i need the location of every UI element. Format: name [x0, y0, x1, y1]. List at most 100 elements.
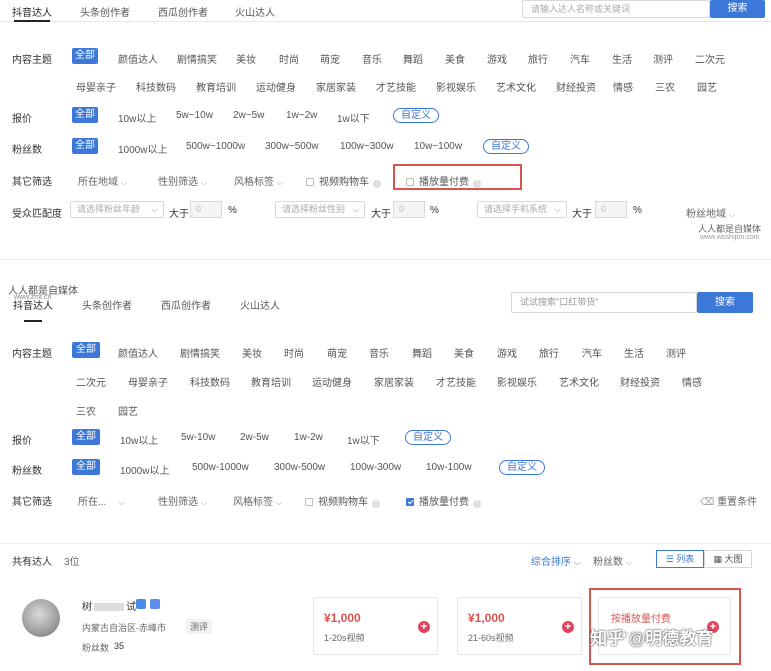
content-option[interactable]: 萌宠 — [327, 345, 347, 360]
content-option[interactable]: 园艺 — [118, 403, 138, 418]
content-option[interactable]: 时尚 — [284, 345, 304, 360]
content-option[interactable]: 测评 — [653, 51, 673, 66]
search-input[interactable]: 请输入达人名称或关键词 — [522, 0, 710, 18]
add-icon[interactable]: + — [418, 621, 430, 633]
price-custom-button[interactable]: 自定义 — [393, 108, 439, 123]
style-dropdown[interactable]: 风格标签 ⌵ — [234, 173, 283, 188]
content-option[interactable]: 科技数码 — [136, 79, 176, 94]
fans-option[interactable]: 300w-500w — [274, 462, 325, 473]
fan-age-select[interactable]: 请选择粉丝年龄 ⌵ — [70, 201, 164, 218]
fans-option[interactable]: 500w-1000w — [192, 462, 249, 473]
price-option-all[interactable]: 全部 — [72, 107, 98, 123]
region-dropdown[interactable]: 所在... ⌵ — [78, 493, 124, 508]
content-option[interactable]: 教育培训 — [196, 79, 236, 94]
content-option[interactable]: 母婴亲子 — [76, 79, 116, 94]
gender-dropdown[interactable]: 性别筛选 ⌵ — [158, 493, 207, 508]
tab-douyin[interactable]: 抖音达人 — [12, 4, 52, 19]
search-button[interactable]: 搜索 — [710, 0, 765, 18]
price-option[interactable]: 5w~10w — [176, 110, 213, 121]
content-option[interactable]: 科技数码 — [190, 374, 230, 389]
fans-option-all[interactable]: 全部 — [72, 459, 100, 475]
content-option[interactable]: 剧情搞笑 — [180, 345, 220, 360]
content-option[interactable]: 生活 — [612, 51, 632, 66]
content-option[interactable]: 旅行 — [539, 345, 559, 360]
price-option[interactable]: 1w~2w — [286, 110, 317, 121]
content-option[interactable]: 情感 — [682, 374, 702, 389]
content-option[interactable]: 音乐 — [369, 345, 389, 360]
fans-option[interactable]: 500w~1000w — [186, 141, 245, 152]
tab-toutiao[interactable]: 头条创作者 — [82, 297, 132, 312]
price-option[interactable]: 10w以上 — [120, 432, 158, 447]
video-cart-checkbox[interactable]: 视频购物车 i — [305, 493, 380, 508]
content-option[interactable]: 美食 — [445, 51, 465, 66]
offer-card[interactable]: ¥1,000 21-60s视频 + — [457, 597, 582, 655]
content-option[interactable]: 才艺技能 — [436, 374, 476, 389]
avatar[interactable] — [22, 599, 60, 637]
price-option[interactable]: 1w以下 — [347, 432, 380, 447]
fans-option[interactable]: 100w~300w — [340, 141, 394, 152]
content-option[interactable]: 剧情搞笑 — [177, 51, 217, 66]
fans-option-all[interactable]: 全部 — [72, 138, 98, 154]
content-option[interactable]: 家居家装 — [374, 374, 414, 389]
gender-percent-input[interactable]: 0 — [393, 201, 425, 218]
content-option[interactable]: 艺术文化 — [559, 374, 599, 389]
content-option[interactable]: 艺术文化 — [496, 79, 536, 94]
tab-huoshan[interactable]: 火山达人 — [240, 297, 280, 312]
fans-option[interactable]: 10w~100w — [414, 141, 462, 152]
content-option[interactable]: 美妆 — [242, 345, 262, 360]
content-option[interactable]: 财经投资 — [556, 79, 596, 94]
content-option[interactable]: 母婴亲子 — [128, 374, 168, 389]
fans-option[interactable]: 1000w以上 — [120, 462, 169, 477]
price-option[interactable]: 2w~5w — [233, 110, 264, 121]
sort-comprehensive[interactable]: 综合排序 ⌵ — [531, 553, 580, 568]
content-option[interactable]: 游戏 — [497, 345, 517, 360]
list-view-button[interactable]: ☰ 列表 — [656, 550, 704, 568]
video-cart-checkbox[interactable]: 视频购物车 i — [306, 173, 381, 188]
fans-option[interactable]: 100w-300w — [350, 462, 401, 473]
content-option[interactable]: 游戏 — [487, 51, 507, 66]
content-option[interactable]: 汽车 — [582, 345, 602, 360]
content-option-all[interactable]: 全部 — [72, 48, 98, 64]
fan-gender-select[interactable]: 请选择粉丝性别 ⌵ — [275, 201, 365, 218]
tab-douyin[interactable]: 抖音达人 — [13, 297, 53, 312]
content-option[interactable]: 汽车 — [570, 51, 590, 66]
fans-option[interactable]: 300w~500w — [265, 141, 319, 152]
gender-dropdown[interactable]: 性别筛选 ⌵ — [158, 173, 207, 188]
add-icon[interactable]: + — [562, 621, 574, 633]
content-option[interactable]: 情感 — [613, 79, 633, 94]
grid-view-button[interactable]: ▦ 大图 — [704, 550, 752, 568]
content-option[interactable]: 音乐 — [362, 51, 382, 66]
content-option[interactable]: 美食 — [454, 345, 474, 360]
content-option[interactable]: 三农 — [655, 79, 675, 94]
reset-button[interactable]: ⌫ 重置条件 — [700, 493, 757, 508]
tab-toutiao[interactable]: 头条创作者 — [80, 4, 130, 19]
price-option[interactable]: 10w以上 — [118, 110, 156, 125]
search-button[interactable]: 搜索 — [697, 292, 753, 313]
content-option[interactable]: 旅行 — [528, 51, 548, 66]
content-option[interactable]: 二次元 — [76, 374, 106, 389]
price-option[interactable]: 1w以下 — [337, 110, 370, 125]
content-option[interactable]: 园艺 — [697, 79, 717, 94]
content-option[interactable]: 生活 — [624, 345, 644, 360]
price-custom-button[interactable]: 自定义 — [405, 430, 451, 445]
phone-system-select[interactable]: 请选择手机系统 ⌵ — [477, 201, 567, 218]
pay-by-play-checkbox[interactable]: 播放量付费 i — [406, 493, 481, 508]
sort-by-fans[interactable]: 粉丝数 ⌵ — [593, 553, 632, 568]
content-option[interactable]: 萌宠 — [320, 51, 340, 66]
offer-card[interactable]: ¥1,000 1-20s视频 + — [313, 597, 438, 655]
content-option[interactable]: 美妆 — [236, 51, 256, 66]
tab-huoshan[interactable]: 火山达人 — [235, 4, 275, 19]
content-option-all[interactable]: 全部 — [72, 342, 100, 358]
influencer-name[interactable]: 树试 — [82, 598, 136, 613]
fans-custom-button[interactable]: 自定义 — [499, 460, 545, 475]
content-option[interactable]: 三农 — [76, 403, 96, 418]
tab-xigua[interactable]: 西瓜创作者 — [158, 4, 208, 19]
price-option-all[interactable]: 全部 — [72, 429, 100, 445]
age-percent-input[interactable]: 0 — [190, 201, 222, 218]
style-dropdown[interactable]: 风格标签 ⌵ — [233, 493, 282, 508]
content-option[interactable]: 才艺技能 — [376, 79, 416, 94]
phone-percent-input[interactable]: 0 — [595, 201, 627, 218]
fans-custom-button[interactable]: 自定义 — [483, 139, 529, 154]
content-option[interactable]: 二次元 — [695, 51, 725, 66]
fans-option[interactable]: 10w-100w — [426, 462, 472, 473]
